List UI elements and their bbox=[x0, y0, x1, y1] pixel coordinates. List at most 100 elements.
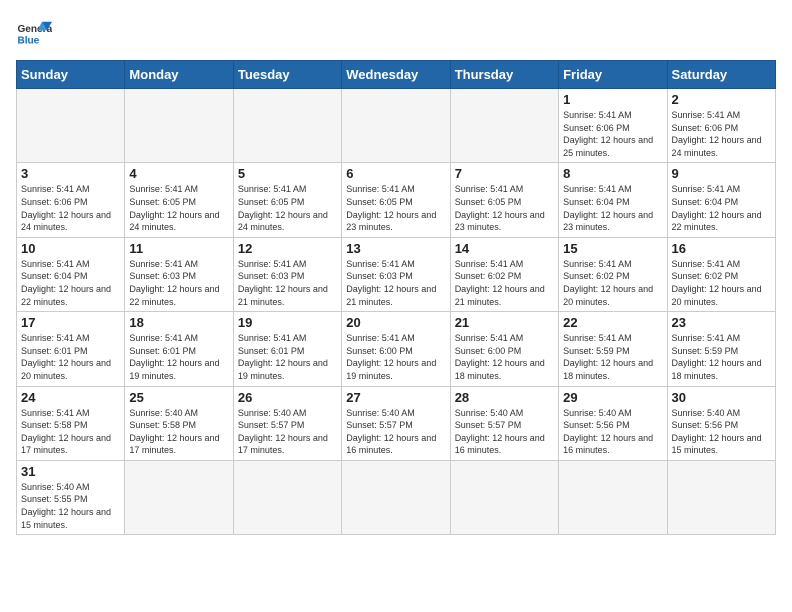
day-number: 2 bbox=[672, 92, 771, 107]
day-number: 21 bbox=[455, 315, 554, 330]
day-cell: 6Sunrise: 5:41 AM Sunset: 6:05 PM Daylig… bbox=[342, 163, 450, 237]
day-number: 28 bbox=[455, 390, 554, 405]
day-cell: 18 Sunrise: 5:41 AM Sunset: 6:01 PM Dayli… bbox=[125, 312, 233, 386]
day-cell: 29 Sunrise: 5:40 AM Sunset: 5:56 PM Dayli… bbox=[559, 386, 667, 460]
day-cell: 19Sunrise: 5:41 AM Sunset: 6:01 PM Dayli… bbox=[233, 312, 341, 386]
day-cell: 1 Sunrise: 5:41 AM Sunset: 6:06 PM Daylig… bbox=[559, 89, 667, 163]
weekday-header-row: SundayMondayTuesdayWednesdayThursdayFrid… bbox=[17, 61, 776, 89]
day-cell: 7 Sunrise: 5:41 AM Sunset: 6:05 PM Daylig… bbox=[450, 163, 558, 237]
day-info: Sunrise: 5:41 AM Sunset: 5:59 PM Dayligh… bbox=[672, 332, 771, 382]
day-info: Sunrise: 5:41 AM Sunset: 6:02 PM Dayligh… bbox=[563, 258, 662, 308]
day-cell: 20 Sunrise: 5:41 AM Sunset: 6:00 PM Dayli… bbox=[342, 312, 450, 386]
day-number: 9 bbox=[672, 166, 771, 181]
day-info: Sunrise: 5:41 AM Sunset: 6:04 PM Dayligh… bbox=[563, 183, 662, 233]
week-row-1: 1 Sunrise: 5:41 AM Sunset: 6:06 PM Daylig… bbox=[17, 89, 776, 163]
weekday-header-saturday: Saturday bbox=[667, 61, 775, 89]
day-info: Sunrise: 5:41 AM Sunset: 6:05 PM Dayligh… bbox=[455, 183, 554, 233]
day-cell: 10 Sunrise: 5:41 AM Sunset: 6:04 PM Dayli… bbox=[17, 237, 125, 311]
day-number: 4 bbox=[129, 166, 228, 181]
day-cell bbox=[342, 89, 450, 163]
day-cell: 5Sunrise: 5:41 AM Sunset: 6:05 PM Daylig… bbox=[233, 163, 341, 237]
day-cell bbox=[233, 89, 341, 163]
day-info: Sunrise: 5:41 AM Sunset: 6:04 PM Dayligh… bbox=[21, 258, 120, 308]
day-cell bbox=[233, 460, 341, 534]
day-number: 6 bbox=[346, 166, 445, 181]
day-cell bbox=[342, 460, 450, 534]
week-row-6: 31Sunrise: 5:40 AM Sunset: 5:55 PM Dayli… bbox=[17, 460, 776, 534]
day-number: 16 bbox=[672, 241, 771, 256]
day-info: Sunrise: 5:40 AM Sunset: 5:55 PM Dayligh… bbox=[21, 481, 120, 531]
day-cell: 4 Sunrise: 5:41 AM Sunset: 6:05 PM Daylig… bbox=[125, 163, 233, 237]
day-info: Sunrise: 5:41 AM Sunset: 6:06 PM Dayligh… bbox=[672, 109, 771, 159]
day-info: Sunrise: 5:41 AM Sunset: 6:05 PM Dayligh… bbox=[238, 183, 337, 233]
day-info: Sunrise: 5:40 AM Sunset: 5:57 PM Dayligh… bbox=[455, 407, 554, 457]
calendar-table: SundayMondayTuesdayWednesdayThursdayFrid… bbox=[16, 60, 776, 535]
day-info: Sunrise: 5:41 AM Sunset: 6:05 PM Dayligh… bbox=[129, 183, 228, 233]
day-info: Sunrise: 5:41 AM Sunset: 6:03 PM Dayligh… bbox=[346, 258, 445, 308]
day-info: Sunrise: 5:41 AM Sunset: 6:01 PM Dayligh… bbox=[21, 332, 120, 382]
day-cell: 17 Sunrise: 5:41 AM Sunset: 6:01 PM Dayli… bbox=[17, 312, 125, 386]
day-cell: 23 Sunrise: 5:41 AM Sunset: 5:59 PM Dayli… bbox=[667, 312, 775, 386]
logo: General Blue bbox=[16, 16, 52, 52]
day-info: Sunrise: 5:40 AM Sunset: 5:56 PM Dayligh… bbox=[563, 407, 662, 457]
week-row-3: 10 Sunrise: 5:41 AM Sunset: 6:04 PM Dayli… bbox=[17, 237, 776, 311]
day-number: 11 bbox=[129, 241, 228, 256]
day-number: 25 bbox=[129, 390, 228, 405]
day-cell: 16 Sunrise: 5:41 AM Sunset: 6:02 PM Dayli… bbox=[667, 237, 775, 311]
day-info: Sunrise: 5:41 AM Sunset: 6:00 PM Dayligh… bbox=[455, 332, 554, 382]
day-cell: 30Sunrise: 5:40 AM Sunset: 5:56 PM Dayli… bbox=[667, 386, 775, 460]
day-cell bbox=[125, 89, 233, 163]
day-cell bbox=[17, 89, 125, 163]
day-number: 18 bbox=[129, 315, 228, 330]
day-cell: 24 Sunrise: 5:41 AM Sunset: 5:58 PM Dayli… bbox=[17, 386, 125, 460]
day-number: 19 bbox=[238, 315, 337, 330]
weekday-header-wednesday: Wednesday bbox=[342, 61, 450, 89]
day-info: Sunrise: 5:40 AM Sunset: 5:57 PM Dayligh… bbox=[238, 407, 337, 457]
svg-text:Blue: Blue bbox=[17, 35, 39, 46]
day-info: Sunrise: 5:40 AM Sunset: 5:58 PM Dayligh… bbox=[129, 407, 228, 457]
week-row-2: 3 Sunrise: 5:41 AM Sunset: 6:06 PM Daylig… bbox=[17, 163, 776, 237]
day-number: 30 bbox=[672, 390, 771, 405]
weekday-header-friday: Friday bbox=[559, 61, 667, 89]
day-cell: 12Sunrise: 5:41 AM Sunset: 6:03 PM Dayli… bbox=[233, 237, 341, 311]
day-cell: 14 Sunrise: 5:41 AM Sunset: 6:02 PM Dayli… bbox=[450, 237, 558, 311]
page-header: General Blue bbox=[16, 16, 776, 52]
day-info: Sunrise: 5:41 AM Sunset: 6:01 PM Dayligh… bbox=[129, 332, 228, 382]
day-number: 20 bbox=[346, 315, 445, 330]
day-info: Sunrise: 5:41 AM Sunset: 6:02 PM Dayligh… bbox=[455, 258, 554, 308]
day-info: Sunrise: 5:41 AM Sunset: 6:02 PM Dayligh… bbox=[672, 258, 771, 308]
day-cell: 27Sunrise: 5:40 AM Sunset: 5:57 PM Dayli… bbox=[342, 386, 450, 460]
weekday-header-monday: Monday bbox=[125, 61, 233, 89]
day-cell bbox=[667, 460, 775, 534]
day-info: Sunrise: 5:40 AM Sunset: 5:57 PM Dayligh… bbox=[346, 407, 445, 457]
day-cell: 28 Sunrise: 5:40 AM Sunset: 5:57 PM Dayli… bbox=[450, 386, 558, 460]
day-cell bbox=[450, 89, 558, 163]
day-number: 26 bbox=[238, 390, 337, 405]
day-cell: 21 Sunrise: 5:41 AM Sunset: 6:00 PM Dayli… bbox=[450, 312, 558, 386]
day-info: Sunrise: 5:41 AM Sunset: 5:59 PM Dayligh… bbox=[563, 332, 662, 382]
day-number: 24 bbox=[21, 390, 120, 405]
day-info: Sunrise: 5:41 AM Sunset: 5:58 PM Dayligh… bbox=[21, 407, 120, 457]
day-info: Sunrise: 5:41 AM Sunset: 6:06 PM Dayligh… bbox=[563, 109, 662, 159]
day-cell: 25 Sunrise: 5:40 AM Sunset: 5:58 PM Dayli… bbox=[125, 386, 233, 460]
day-number: 22 bbox=[563, 315, 662, 330]
day-info: Sunrise: 5:41 AM Sunset: 6:06 PM Dayligh… bbox=[21, 183, 120, 233]
day-number: 7 bbox=[455, 166, 554, 181]
day-number: 1 bbox=[563, 92, 662, 107]
day-number: 17 bbox=[21, 315, 120, 330]
day-info: Sunrise: 5:41 AM Sunset: 6:03 PM Dayligh… bbox=[238, 258, 337, 308]
day-cell: 11Sunrise: 5:41 AM Sunset: 6:03 PM Dayli… bbox=[125, 237, 233, 311]
day-number: 14 bbox=[455, 241, 554, 256]
week-row-4: 17 Sunrise: 5:41 AM Sunset: 6:01 PM Dayli… bbox=[17, 312, 776, 386]
day-number: 29 bbox=[563, 390, 662, 405]
week-row-5: 24 Sunrise: 5:41 AM Sunset: 5:58 PM Dayli… bbox=[17, 386, 776, 460]
day-cell: 26 Sunrise: 5:40 AM Sunset: 5:57 PM Dayli… bbox=[233, 386, 341, 460]
day-number: 10 bbox=[21, 241, 120, 256]
day-cell: 13Sunrise: 5:41 AM Sunset: 6:03 PM Dayli… bbox=[342, 237, 450, 311]
day-cell: 2 Sunrise: 5:41 AM Sunset: 6:06 PM Daylig… bbox=[667, 89, 775, 163]
day-cell: 8Sunrise: 5:41 AM Sunset: 6:04 PM Daylig… bbox=[559, 163, 667, 237]
day-info: Sunrise: 5:41 AM Sunset: 6:00 PM Dayligh… bbox=[346, 332, 445, 382]
day-number: 3 bbox=[21, 166, 120, 181]
weekday-header-tuesday: Tuesday bbox=[233, 61, 341, 89]
day-number: 23 bbox=[672, 315, 771, 330]
